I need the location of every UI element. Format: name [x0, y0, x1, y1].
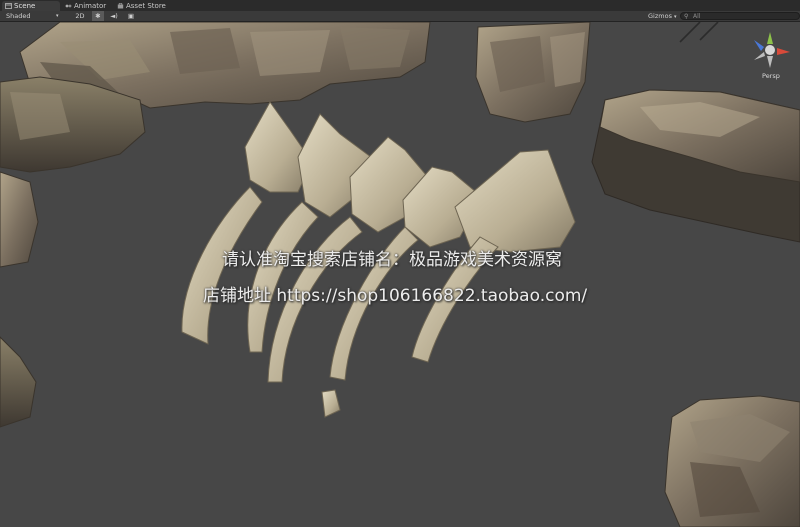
scene-icon: [5, 3, 12, 9]
tab-animator-label: Animator: [74, 2, 107, 10]
hierarchy-search-input[interactable]: ⚲ All: [680, 12, 800, 20]
sun-icon: ✱: [95, 12, 101, 20]
2d-toggle-button[interactable]: 2D: [72, 11, 88, 21]
watermark-line-2: 店铺地址 https://shop106166822.taobao.com/: [203, 286, 588, 306]
rock-slab-right: [591, 89, 800, 243]
projection-text: Persp: [762, 72, 780, 80]
tab-scene[interactable]: Scene: [2, 1, 60, 11]
shading-mode-dropdown[interactable]: Shaded ▾: [6, 11, 62, 21]
speaker-icon: ◄): [110, 12, 118, 20]
gizmos-dropdown[interactable]: Gizmos ▾: [648, 11, 680, 21]
projection-label[interactable]: Persp: [762, 72, 780, 80]
gizmos-label: Gizmos: [648, 12, 672, 20]
image-icon: ▣: [127, 12, 135, 20]
watermark-line-1: 请认准淘宝搜索店铺名：极品游戏美术资源窝: [222, 250, 562, 270]
search-placeholder: All: [693, 13, 701, 20]
tab-asset-store-label: Asset Store: [126, 2, 166, 10]
store-icon: [117, 3, 124, 9]
shading-mode-label: Shaded: [6, 12, 31, 20]
search-icon: ⚲: [684, 13, 689, 20]
rock-pillar: [475, 22, 591, 123]
animator-icon: [65, 4, 72, 8]
branches: [679, 22, 719, 43]
y-axis-cone[interactable]: [767, 32, 773, 44]
x-axis-cone[interactable]: [777, 48, 790, 55]
scene-audio-toggle[interactable]: ◄): [107, 11, 121, 21]
tab-scene-label: Scene: [14, 2, 36, 10]
rock-bottom-right: [664, 395, 800, 527]
tab-animator[interactable]: Animator: [62, 1, 112, 11]
scene-viewport[interactable]: Persp 请认准淘宝搜索店铺名：极品游戏美术资源窝 店铺地址 https://…: [0, 22, 800, 527]
unity-editor: Scene Animator Asset Store Shaded ▾ 2D ✱…: [0, 0, 800, 527]
dropdown-arrow-icon: ▾: [674, 14, 677, 20]
dropdown-arrow-icon: ▾: [56, 13, 59, 19]
z-axis-cone[interactable]: [754, 40, 764, 51]
rock-left: [0, 76, 146, 428]
scene-lighting-toggle[interactable]: ✱: [92, 11, 104, 21]
scene-render: [0, 22, 800, 527]
tab-asset-store[interactable]: Asset Store: [114, 1, 170, 11]
tab-bar: Scene Animator Asset Store: [0, 0, 800, 11]
scene-toolbar: Shaded ▾ 2D ✱ ◄) ▣ Gizmos ▾ ⚲ All: [0, 11, 800, 22]
scene-effects-toggle[interactable]: ▣: [124, 11, 138, 21]
